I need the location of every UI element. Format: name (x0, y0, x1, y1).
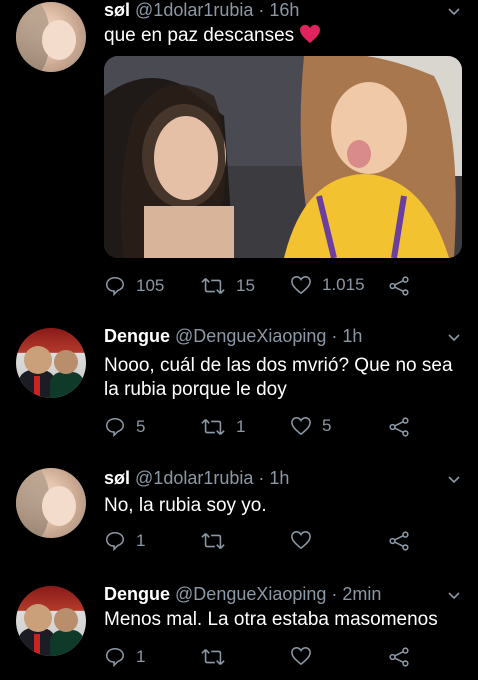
timestamp[interactable]: 16h (269, 0, 299, 20)
tweet-actions: 1 (104, 530, 444, 554)
retweet-icon (201, 419, 225, 435)
like-icon (291, 531, 311, 550)
display-name[interactable]: søl (104, 468, 130, 488)
avatar[interactable] (16, 328, 86, 398)
share-icon (389, 276, 409, 296)
reply-button[interactable]: 5 (104, 416, 145, 438)
like-count: 5 (322, 416, 332, 435)
tweet-header: Dengue @DengueXiaoping · 2min (104, 584, 382, 604)
retweet-count: 1 (236, 417, 246, 436)
like-button[interactable] (290, 530, 312, 550)
tweet-header: søl @1dolar1rubia · 16h (104, 0, 300, 20)
tweet[interactable]: søl @1dolar1rubia · 1h No, la rubia soy … (0, 464, 478, 570)
retweet-button[interactable]: 15 (200, 275, 255, 297)
display-name[interactable]: Dengue (104, 584, 170, 604)
reply-icon (105, 647, 125, 668)
tweet-header: Dengue @DengueXiaoping · 1h (104, 326, 363, 346)
like-icon (291, 647, 311, 666)
like-button[interactable]: 5 (290, 416, 331, 436)
share-icon (389, 647, 409, 667)
retweet-icon (201, 649, 225, 665)
like-count: 1.015 (322, 275, 365, 294)
tweet[interactable]: Dengue @DengueXiaoping · 2min Menos mal.… (0, 580, 478, 680)
retweet-count: 15 (236, 276, 255, 295)
chevron-down-icon[interactable] (448, 8, 460, 16)
tweet-text: que en paz descanses (104, 24, 464, 48)
reply-button[interactable]: 1 (104, 646, 145, 668)
chevron-down-icon[interactable] (448, 476, 460, 484)
avatar[interactable] (16, 586, 86, 656)
share-icon (389, 531, 409, 551)
reply-icon (105, 531, 125, 552)
user-handle[interactable]: @DengueXiaoping (175, 584, 326, 604)
like-icon (291, 276, 311, 295)
user-handle[interactable]: @1dolar1rubia (135, 0, 253, 20)
reply-button[interactable]: 1 (104, 530, 145, 552)
avatar[interactable] (16, 468, 86, 538)
heart-emoji-icon (300, 24, 321, 44)
retweet-button[interactable] (200, 646, 226, 668)
display-name[interactable]: Dengue (104, 326, 170, 346)
timestamp[interactable]: 1h (269, 468, 289, 488)
tweet[interactable]: Dengue @DengueXiaoping · 1h Nooo, cuál d… (0, 322, 478, 452)
reply-count: 1 (136, 647, 146, 666)
reply-button[interactable]: 105 (104, 275, 164, 297)
retweet-button[interactable] (200, 530, 226, 552)
reply-count: 5 (136, 417, 146, 436)
share-icon (389, 417, 409, 437)
like-button[interactable]: 1.015 (290, 275, 365, 295)
share-button[interactable] (388, 275, 410, 297)
tweet-text: No, la rubia soy yo. (104, 495, 267, 516)
retweet-icon (201, 533, 225, 549)
tweet[interactable]: søl @1dolar1rubia · 16h que en paz desca… (0, 0, 478, 310)
tweet-header: søl @1dolar1rubia · 1h (104, 468, 290, 488)
tweet-actions: 1 (104, 646, 444, 670)
reply-icon (105, 417, 125, 438)
photo-image (104, 56, 462, 258)
tweet-text: Nooo, cuál de las dos mvrió? Que no sea … (104, 355, 453, 400)
user-handle[interactable]: @DengueXiaoping (175, 326, 326, 346)
avatar[interactable] (16, 2, 86, 72)
reply-icon (105, 276, 125, 297)
chevron-down-icon[interactable] (448, 334, 460, 342)
tweet-photo[interactable] (104, 56, 462, 258)
tweet-actions: 5 1 5 (104, 416, 444, 440)
like-button[interactable] (290, 646, 312, 666)
share-button[interactable] (388, 530, 410, 552)
display-name[interactable]: søl (104, 0, 130, 20)
chevron-down-icon[interactable] (448, 592, 460, 600)
share-button[interactable] (388, 646, 410, 668)
user-handle[interactable]: @1dolar1rubia (135, 468, 253, 488)
retweet-icon (201, 278, 225, 294)
reply-count: 105 (136, 276, 165, 295)
tweet-actions: 105 15 1.015 (104, 275, 444, 299)
retweet-button[interactable]: 1 (200, 416, 245, 438)
tweet-text: Menos mal. La otra estaba masomenos (104, 609, 438, 630)
timestamp[interactable]: 1h (342, 326, 362, 346)
timestamp[interactable]: 2min (342, 584, 381, 604)
like-icon (291, 417, 311, 436)
share-button[interactable] (388, 416, 410, 438)
reply-count: 1 (136, 531, 146, 550)
